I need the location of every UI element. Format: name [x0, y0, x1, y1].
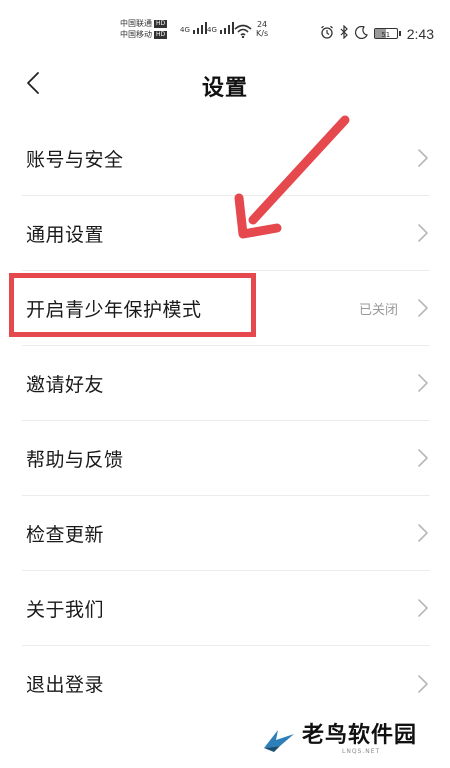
carrier-1: 中国联通	[120, 19, 152, 28]
network-type-2: 4G	[207, 26, 217, 34]
wifi-icon	[234, 23, 252, 42]
carrier-2-hd-badge: HD	[154, 30, 168, 39]
chevron-right-icon	[418, 224, 428, 242]
battery-level: 51	[381, 31, 391, 39]
bluetooth-icon	[340, 24, 349, 43]
settings-item-label: 检查更新	[26, 523, 105, 546]
settings-item-label: 关于我们	[26, 598, 105, 621]
settings-item-account-security[interactable]: 账号与安全	[22, 121, 430, 196]
watermark-sub: LNQS.NET	[342, 748, 381, 755]
settings-item-invite-friends[interactable]: 邀请好友	[22, 346, 430, 421]
carrier-1-hd-badge: HD	[154, 19, 168, 28]
status-bar: 中国联通 HD 中国移动 HD 4G 4G 24 K/s 51 2:43	[0, 0, 450, 60]
settings-list: 账号与安全 通用设置 开启青少年保护模式 已关闭 邀请好友 帮助与反馈 检查更新…	[0, 121, 450, 721]
chevron-right-icon	[418, 599, 428, 617]
settings-item-label: 开启青少年保护模式	[26, 298, 202, 321]
watermark: 老鸟软件园 LNQS.NET	[252, 716, 442, 764]
alarm-icon	[320, 24, 334, 43]
nav-bar: 设置	[0, 60, 450, 108]
network-type-1: 4G	[180, 26, 190, 34]
clock-time: 2:43	[406, 25, 434, 42]
settings-item-label: 账号与安全	[26, 148, 124, 171]
signal-icon: 4G	[180, 22, 208, 34]
speed-unit: K/s	[256, 29, 269, 38]
chevron-right-icon	[418, 449, 428, 467]
network-speed: 24 K/s	[256, 20, 268, 38]
settings-item-youth-mode[interactable]: 开启青少年保护模式 已关闭	[22, 271, 430, 346]
settings-item-label: 邀请好友	[26, 373, 105, 396]
settings-item-label: 退出登录	[26, 674, 105, 696]
settings-item-about-us[interactable]: 关于我们	[22, 571, 430, 646]
watermark-name: 老鸟软件园	[302, 723, 418, 748]
settings-item-label: 通用设置	[26, 223, 105, 246]
settings-item-general[interactable]: 通用设置	[22, 196, 430, 271]
chevron-right-icon	[418, 674, 428, 693]
settings-item-help-feedback[interactable]: 帮助与反馈	[22, 421, 430, 496]
speed-value: 24	[256, 20, 268, 29]
battery-icon: 51	[373, 28, 401, 39]
carrier-info: 中国联通 HD 中国移动 HD	[120, 18, 168, 40]
youth-mode-status: 已关闭	[358, 302, 398, 318]
settings-item-label: 帮助与反馈	[26, 448, 124, 471]
chevron-right-icon	[418, 374, 428, 392]
status-right: 51 2:43	[320, 24, 434, 43]
bird-logo-icon	[264, 730, 294, 752]
chevron-right-icon	[418, 149, 428, 167]
settings-item-logout[interactable]: 退出登录	[22, 646, 430, 721]
settings-item-check-update[interactable]: 检查更新	[22, 496, 430, 571]
page-title: 设置	[201, 76, 248, 101]
moon-icon	[354, 24, 368, 43]
chevron-right-icon	[418, 299, 428, 317]
signal-icon-2: 4G	[207, 22, 235, 34]
chevron-right-icon	[418, 524, 428, 542]
carrier-2: 中国移动	[120, 30, 152, 39]
